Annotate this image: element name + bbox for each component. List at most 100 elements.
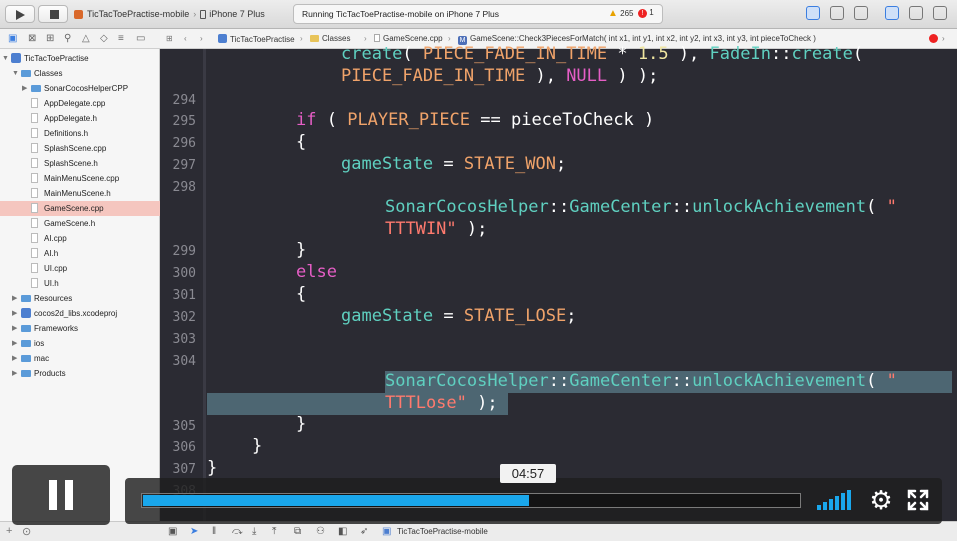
tree-item[interactable]: AI.cpp <box>0 231 160 246</box>
find-navigator-icon[interactable]: ⚲ <box>64 33 71 44</box>
file-icon <box>31 248 38 258</box>
pause-button[interactable] <box>12 465 110 525</box>
tree-item[interactable]: ▶ SonarCocosHelperCPP <box>0 81 160 96</box>
jumpbar-file[interactable]: GameScene.cpp <box>374 34 443 43</box>
run-button[interactable] <box>5 5 35 23</box>
breakpoint-navigator-icon[interactable]: ▭ <box>136 33 145 44</box>
line-number: 305 <box>172 419 196 434</box>
device-icon <box>200 9 207 19</box>
tree-item[interactable]: UI.h <box>0 276 160 291</box>
line-number: 295 <box>172 114 196 129</box>
tree-item[interactable]: ▼ TicTacToePractise <box>0 51 160 66</box>
video-controls: 04:57 ⚙ <box>125 464 942 524</box>
debug-navigator-icon[interactable]: ≡ <box>118 33 124 44</box>
tree-item[interactable]: ▼ Classes <box>0 66 160 81</box>
folder-icon <box>21 295 31 302</box>
fullscreen-icon[interactable] <box>907 489 929 511</box>
navigator-toggle-icon[interactable] <box>885 6 899 20</box>
tree-item[interactable]: SplashScene.cpp <box>0 141 160 156</box>
tree-item-label: AppDelegate.cpp <box>44 99 106 108</box>
step-out-icon[interactable]: ⤒ <box>272 526 276 537</box>
disclosure-open-icon[interactable]: ▼ <box>2 51 9 66</box>
file-icon <box>31 188 38 198</box>
memory-graph-icon[interactable]: ⚇ <box>316 526 325 537</box>
tree-item[interactable]: AI.h <box>0 246 160 261</box>
gear-icon[interactable]: ⚙ <box>868 487 894 513</box>
tree-item[interactable]: AppDelegate.h <box>0 111 160 126</box>
disclosure-closed-icon[interactable]: ▶ <box>12 321 17 336</box>
line-number: 307 <box>172 462 196 477</box>
tree-item[interactable]: ▶ Products <box>0 366 160 381</box>
tree-item[interactable]: ▶ Frameworks <box>0 321 160 336</box>
disclosure-closed-icon[interactable]: ▶ <box>12 306 17 321</box>
breakpoints-toggle-icon[interactable]: ➤ <box>190 526 198 537</box>
jumpbar-project[interactable]: TicTacToePractise <box>218 34 295 44</box>
warnings-count: 265 <box>620 9 634 18</box>
code-line: { <box>296 284 307 304</box>
pause-execution-icon[interactable]: ‖ <box>212 526 216 537</box>
code-line: PIECE_FADE_IN_TIME ), NULL ) ); <box>341 66 659 86</box>
tree-item[interactable]: ▶ Resources <box>0 291 160 306</box>
line-number: 296 <box>172 136 196 151</box>
simulate-location-icon[interactable]: ➶ <box>360 526 368 537</box>
back-icon[interactable]: ‹ <box>184 34 187 43</box>
progress-fill <box>143 495 529 506</box>
code-line: TTTWIN" ); <box>385 219 488 239</box>
version-editor-icon[interactable] <box>854 6 868 20</box>
tree-item-label: GameScene.h <box>44 219 96 228</box>
assistant-editor-icon[interactable] <box>830 6 844 20</box>
tree-item[interactable]: AppDelegate.cpp <box>0 96 160 111</box>
disclosure-open-icon[interactable]: ▼ <box>12 66 19 81</box>
tree-item[interactable]: Definitions.h <box>0 126 160 141</box>
tree-item[interactable]: ▶ mac <box>0 351 160 366</box>
tree-item[interactable]: SplashScene.h <box>0 156 160 171</box>
folder-icon <box>21 370 31 377</box>
scheme-selector[interactable]: TicTacToePractise-mobile › iPhone 7 Plus <box>74 4 265 24</box>
warnings-indicator[interactable]: ▲ 265 <box>608 8 634 19</box>
code-line: else <box>296 262 337 282</box>
tree-item[interactable]: MainMenuScene.h <box>0 186 160 201</box>
disclosure-closed-icon[interactable]: ▶ <box>22 81 27 96</box>
line-number: 306 <box>172 440 196 455</box>
utilities-toggle-icon[interactable] <box>933 6 947 20</box>
source-control-icon[interactable]: ⊠ <box>28 33 36 44</box>
errors-indicator[interactable]: ! 1 <box>638 8 654 18</box>
forward-icon[interactable]: › <box>200 34 203 43</box>
line-number: 297 <box>172 158 196 173</box>
code-fold-ribbon[interactable] <box>203 49 206 521</box>
disclosure-closed-icon[interactable]: ▶ <box>12 351 17 366</box>
related-items-icon[interactable]: ⊞ <box>166 34 173 43</box>
jumpbar-folder[interactable]: Classes <box>310 34 350 43</box>
step-over-icon[interactable]: ⤼ <box>232 526 243 537</box>
debug-area-toggle-icon[interactable] <box>909 6 923 20</box>
error-badge-icon[interactable] <box>929 34 938 43</box>
volume-icon[interactable] <box>817 490 857 510</box>
tree-item[interactable]: GameScene.cpp <box>0 201 160 216</box>
progress-bar[interactable] <box>141 493 801 508</box>
disclosure-closed-icon[interactable]: ▶ <box>12 366 17 381</box>
step-in-icon[interactable]: ⤓ <box>252 526 256 537</box>
test-navigator-icon[interactable]: ◇ <box>100 33 108 44</box>
stop-button[interactable] <box>38 5 68 23</box>
project-navigator-icon[interactable]: ▣ <box>8 33 17 44</box>
folder-icon <box>310 35 319 42</box>
add-file-icon[interactable]: + <box>6 525 12 537</box>
disclosure-closed-icon[interactable]: ▶ <box>12 336 17 351</box>
disclosure-closed-icon[interactable]: ▶ <box>12 291 17 306</box>
next-issue-icon[interactable]: › <box>942 34 945 43</box>
line-number: 298 <box>172 180 196 195</box>
tree-item-label: AI.cpp <box>44 234 67 243</box>
tree-item[interactable]: MainMenuScene.cpp <box>0 171 160 186</box>
symbol-navigator-icon[interactable]: ⊞ <box>46 33 54 44</box>
issue-navigator-icon[interactable]: △ <box>82 33 90 44</box>
line-number: 300 <box>172 266 196 281</box>
view-hierarchy-icon[interactable]: ⧉ <box>294 526 301 537</box>
tree-item[interactable]: GameScene.h <box>0 216 160 231</box>
hide-debug-area-icon[interactable]: ▣ <box>168 526 177 537</box>
tree-item[interactable]: ▶ ios <box>0 336 160 351</box>
environment-override-icon[interactable]: ◧ <box>338 526 347 537</box>
standard-editor-icon[interactable] <box>806 6 820 20</box>
tree-item[interactable]: ▶ cocos2d_libs.xcodeproj <box>0 306 160 321</box>
filter-icon[interactable]: ⊙ <box>22 525 31 538</box>
tree-item[interactable]: UI.cpp <box>0 261 160 276</box>
